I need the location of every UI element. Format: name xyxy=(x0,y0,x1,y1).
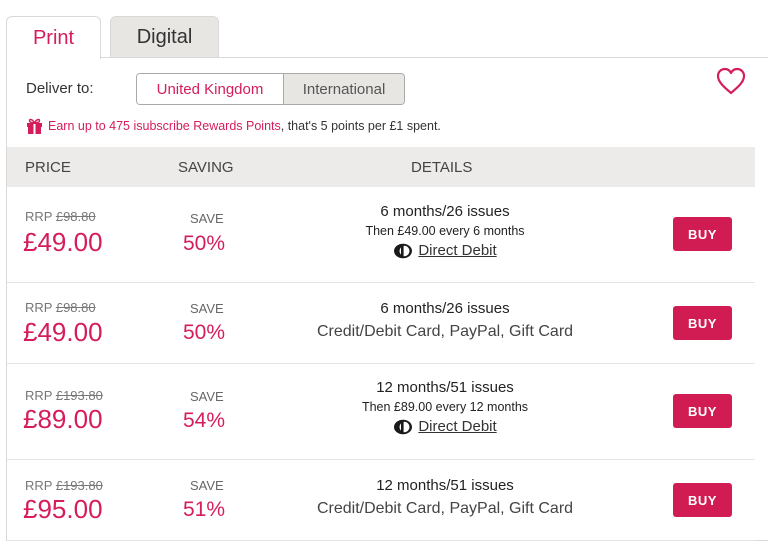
payment-methods: Credit/Debit Card, PayPal, Gift Card xyxy=(316,500,574,517)
rrp-price: RRP £98.80 xyxy=(25,209,96,224)
buy-button[interactable]: BUY xyxy=(673,394,732,428)
direct-debit: Direct Debit xyxy=(253,418,637,435)
offer-price: £49.00 xyxy=(23,317,103,347)
offer-term: 6 months/26 issues xyxy=(380,203,510,220)
offer-price: £95.00 xyxy=(23,494,103,524)
save-label: SAVE xyxy=(190,389,224,404)
column-header-price: PRICE xyxy=(25,159,71,176)
offer-row: RRP £193.80 £95.00 SAVE 51% 12 months/51… xyxy=(7,460,755,541)
buy-button[interactable]: BUY xyxy=(673,483,732,517)
rewards-link[interactable]: Earn up to 475 isubscribe Rewards Points xyxy=(48,119,281,133)
rrp-price: RRP £193.80 xyxy=(25,388,103,403)
offer-term: 12 months/51 issues xyxy=(376,477,514,494)
save-percent: 50% xyxy=(183,232,226,255)
region-united-kingdom-button[interactable]: United Kingdom xyxy=(137,74,284,104)
direct-debit-icon xyxy=(394,419,413,434)
direct-debit-link[interactable]: Direct Debit xyxy=(418,242,496,259)
offer-details: 12 months/51 issues Credit/Debit Card, P… xyxy=(253,477,637,518)
column-header-saving: SAVING xyxy=(178,159,234,176)
offers-table-header: PRICE SAVING DETAILS xyxy=(7,147,755,187)
offer-renewal: Then £49.00 every 6 months xyxy=(365,224,525,238)
gift-icon xyxy=(27,118,42,134)
direct-debit-icon xyxy=(394,243,413,258)
tab-print[interactable]: Print xyxy=(6,16,101,59)
rrp-price: RRP £193.80 xyxy=(25,478,103,493)
save-percent: 54% xyxy=(183,409,226,432)
save-percent: 51% xyxy=(183,498,226,521)
offer-row: RRP £193.80 £89.00 SAVE 54% 12 months/51… xyxy=(7,364,755,460)
offer-term: 12 months/51 issues xyxy=(376,379,514,396)
rrp-price: RRP £98.80 xyxy=(25,300,96,315)
payment-methods: Credit/Debit Card, PayPal, Gift Card xyxy=(316,323,574,340)
offer-details: 6 months/26 issues Credit/Debit Card, Pa… xyxy=(253,300,637,341)
format-tabs: Print Digital xyxy=(6,16,768,59)
offer-row: RRP £98.80 £49.00 SAVE 50% 6 months/26 i… xyxy=(7,187,755,283)
buy-button[interactable]: BUY xyxy=(673,306,732,340)
save-label: SAVE xyxy=(190,301,224,316)
rewards-text: , that's 5 points per £1 spent. xyxy=(280,119,441,133)
offer-details: 12 months/51 issues Then £89.00 every 12… xyxy=(253,379,637,435)
heart-icon[interactable] xyxy=(715,66,747,96)
direct-debit-link[interactable]: Direct Debit xyxy=(418,418,496,435)
save-label: SAVE xyxy=(190,211,224,226)
subscription-panel: Deliver to: United Kingdom International… xyxy=(6,57,768,541)
deliver-to-label: Deliver to: xyxy=(26,80,94,97)
offer-term: 6 months/26 issues xyxy=(380,300,510,317)
save-label: SAVE xyxy=(190,478,224,493)
buy-button[interactable]: BUY xyxy=(673,217,732,251)
offer-price: £49.00 xyxy=(23,227,103,257)
offer-row: RRP £98.80 £49.00 SAVE 50% 6 months/26 i… xyxy=(7,283,755,364)
tab-digital[interactable]: Digital xyxy=(110,16,219,58)
region-international-button[interactable]: International xyxy=(284,74,404,104)
save-percent: 50% xyxy=(183,321,226,344)
offer-renewal: Then £89.00 every 12 months xyxy=(361,400,529,414)
offer-details: 6 months/26 issues Then £49.00 every 6 m… xyxy=(253,203,637,259)
direct-debit: Direct Debit xyxy=(253,242,637,259)
rewards-message: Earn up to 475 isubscribe Rewards Points… xyxy=(26,118,441,134)
column-header-details: DETAILS xyxy=(411,159,473,176)
offer-price: £89.00 xyxy=(23,404,103,434)
delivery-region-toggle: United Kingdom International xyxy=(136,73,405,105)
